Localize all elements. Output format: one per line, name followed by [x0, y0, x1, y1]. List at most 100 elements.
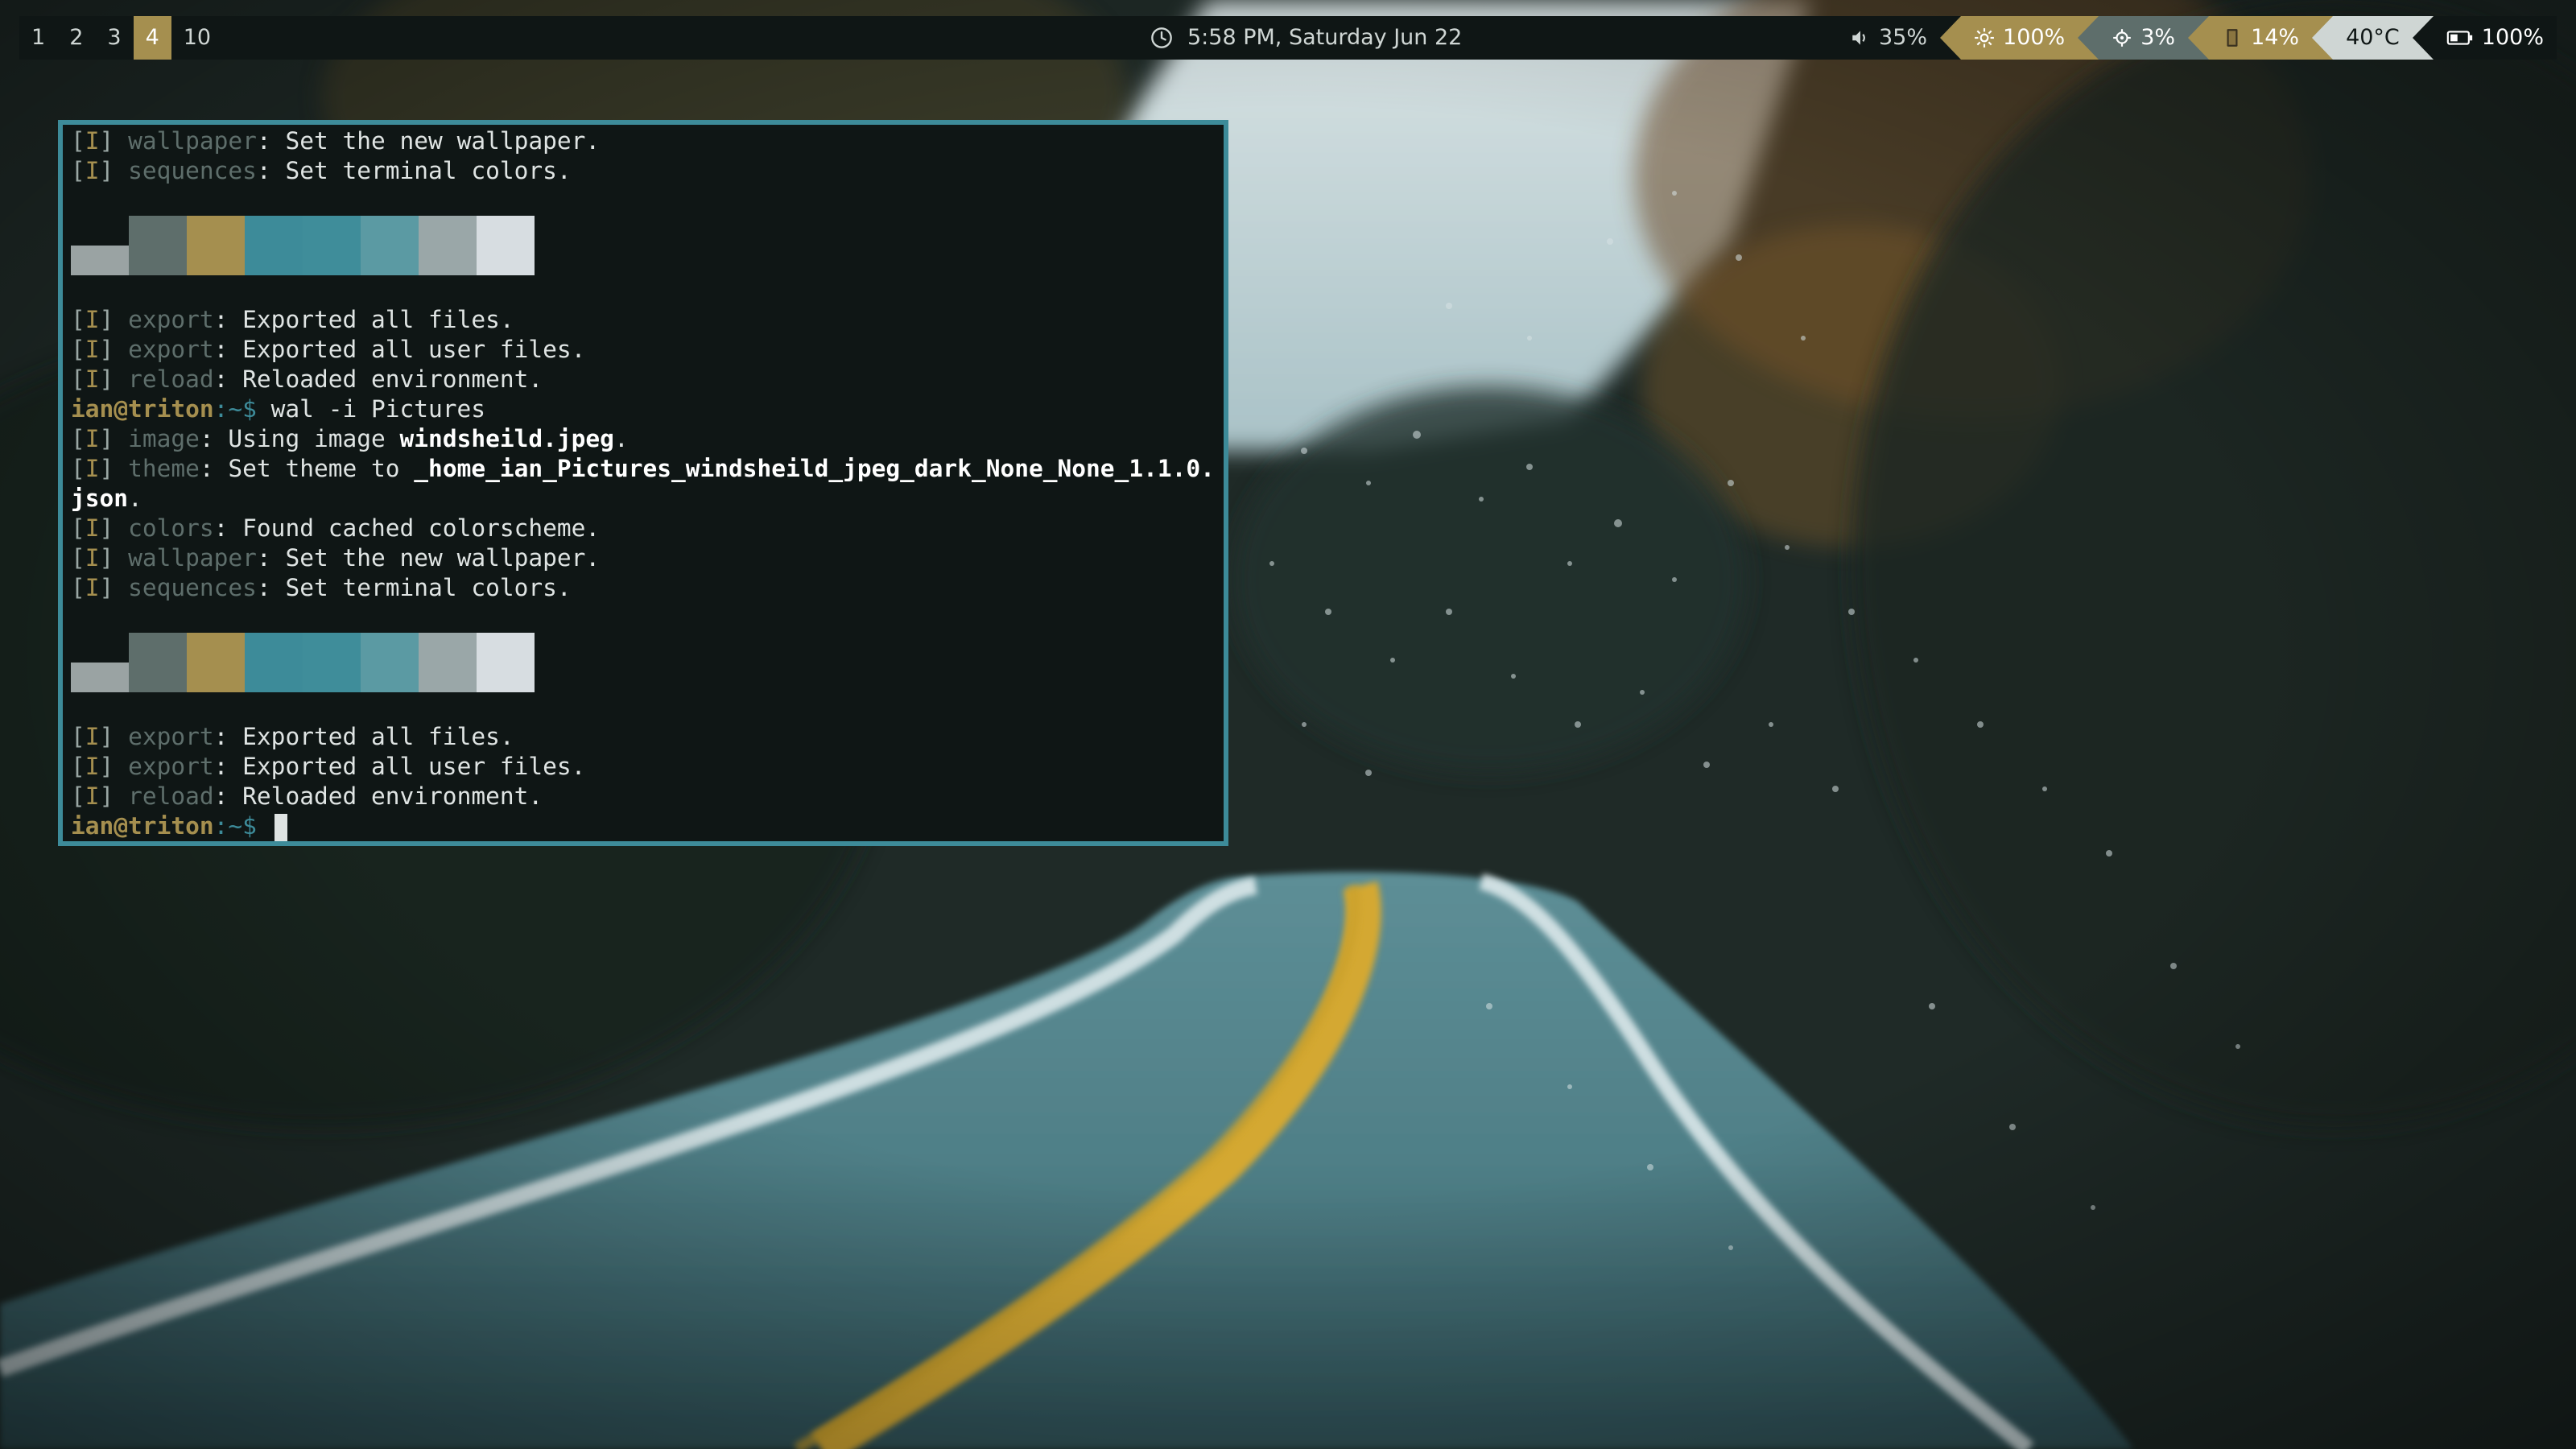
workspace-3[interactable]: 3 — [95, 16, 133, 60]
info-tag: I — [85, 753, 100, 780]
message: : Set theme to — [199, 455, 415, 482]
module-name: wallpaper — [128, 127, 257, 155]
terminal-window[interactable]: [I] wallpaper: Set the new wallpaper. [I… — [58, 120, 1228, 846]
module-name: wallpaper — [128, 544, 257, 572]
separator-icon — [2188, 16, 2210, 60]
temperature-module[interactable]: 40°C — [2333, 16, 2413, 60]
brightness-module[interactable]: 100% — [1961, 16, 2079, 60]
output-line: [I] image: Using image windsheild.jpeg. — [71, 424, 1219, 454]
bracket: [ — [71, 425, 85, 452]
status-modules: 35% 100% 3% 14% 40°C 100% — [1837, 16, 2557, 60]
palette-swatch — [361, 216, 419, 275]
memory-value: 14% — [2251, 25, 2300, 50]
module-name: reload — [128, 365, 214, 393]
bracket: ] — [99, 753, 129, 780]
bracket: [ — [71, 336, 85, 363]
workspace-10[interactable]: 10 — [171, 16, 223, 60]
clock[interactable]: 5:58 PM, Saturday Jun 22 — [1150, 16, 1462, 60]
message: : Exported all files. — [213, 723, 514, 750]
output-line: [I] colors: Found cached colorscheme. — [71, 514, 1219, 543]
palette-swatch — [361, 633, 419, 692]
message: : Found cached colorscheme. — [213, 514, 601, 542]
palette-swatch — [419, 633, 477, 692]
clock-icon — [1151, 27, 1172, 48]
output-line: [I] export: Exported all files. — [71, 722, 1219, 752]
module-name: export — [128, 753, 214, 780]
module-name: export — [128, 306, 214, 333]
terminal-output: [I] wallpaper: Set the new wallpaper. [I… — [71, 126, 1219, 841]
info-tag: I — [85, 336, 100, 363]
command-text: wal -i Pictures — [270, 395, 486, 423]
palette-swatch — [129, 216, 187, 275]
prompt-path: :~$ — [213, 395, 271, 423]
message: : Reloaded environment. — [213, 782, 543, 810]
output-line: [I] reload: Reloaded environment. — [71, 365, 1219, 394]
bracket: ] — [99, 544, 129, 572]
palette-swatch — [477, 216, 535, 275]
message-end: . — [613, 425, 629, 452]
palette-swatch — [303, 633, 361, 692]
module-name: sequences — [128, 157, 257, 184]
workspace-switcher: 1 2 3 4 10 — [19, 16, 223, 60]
bracket: ] — [99, 514, 129, 542]
text-cursor — [274, 813, 287, 841]
workspace-4[interactable]: 4 — [133, 16, 171, 60]
bracket: ] — [99, 306, 129, 333]
brightness-icon — [1975, 28, 1994, 47]
bracket: [ — [71, 306, 85, 333]
volume-module[interactable]: 35% — [1837, 16, 1940, 60]
output-line: [I] wallpaper: Set the new wallpaper. — [71, 126, 1219, 156]
output-line: [I] wallpaper: Set the new wallpaper. — [71, 543, 1219, 573]
palette-swatch — [129, 633, 187, 692]
module-name: image — [128, 425, 200, 452]
module-name: colors — [128, 514, 214, 542]
message-end: . — [128, 485, 142, 512]
palette-swatch — [477, 633, 535, 692]
bracket: [ — [71, 544, 85, 572]
workspace-2[interactable]: 2 — [57, 16, 95, 60]
cpu-icon — [2113, 29, 2132, 47]
palette-swatch — [187, 216, 245, 275]
info-tag: I — [85, 782, 100, 810]
module-name: export — [128, 336, 214, 363]
volume-value: 35% — [1879, 25, 1928, 50]
command-line[interactable]: ian@triton:~$ — [71, 811, 1219, 841]
message: : Set the new wallpaper. — [256, 127, 601, 155]
color-palette — [71, 633, 1219, 692]
module-name: sequences — [128, 574, 257, 601]
cpu-module[interactable]: 3% — [2099, 16, 2189, 60]
info-tag: I — [85, 306, 100, 333]
theme-name-cont: json — [71, 485, 129, 512]
workspace-1[interactable]: 1 — [19, 16, 57, 60]
info-tag: I — [85, 574, 100, 601]
memory-icon — [2227, 29, 2238, 47]
volume-icon — [1852, 31, 1865, 45]
palette-swatch — [187, 633, 245, 692]
bracket: [ — [71, 723, 85, 750]
info-tag: I — [85, 544, 100, 572]
message: : Exported all user files. — [213, 753, 586, 780]
palette-swatch — [245, 633, 303, 692]
info-tag: I — [85, 365, 100, 393]
bracket: [ — [71, 127, 85, 155]
cpu-value: 3% — [2140, 25, 2176, 50]
memory-module[interactable]: 14% — [2209, 16, 2313, 60]
separator-icon — [1940, 16, 1962, 60]
output-line: [I] export: Exported all user files. — [71, 752, 1219, 782]
separator-icon — [2078, 16, 2099, 60]
prompt-user: ian@triton — [71, 812, 214, 840]
bracket: ] — [99, 365, 129, 393]
separator-icon — [2412, 16, 2434, 60]
bracket: [ — [71, 157, 85, 184]
battery-module[interactable]: 100% — [2433, 16, 2557, 60]
palette-swatch — [71, 663, 129, 692]
output-line: [I] sequences: Set terminal colors. — [71, 156, 1219, 186]
info-tag: I — [85, 425, 100, 452]
info-tag: I — [85, 514, 100, 542]
message: : Using image — [199, 425, 400, 452]
bracket: ] — [99, 455, 129, 482]
bracket: [ — [71, 753, 85, 780]
output-line: [I] export: Exported all user files. — [71, 335, 1219, 365]
palette-swatch — [245, 216, 303, 275]
message: : Exported all user files. — [213, 336, 586, 363]
